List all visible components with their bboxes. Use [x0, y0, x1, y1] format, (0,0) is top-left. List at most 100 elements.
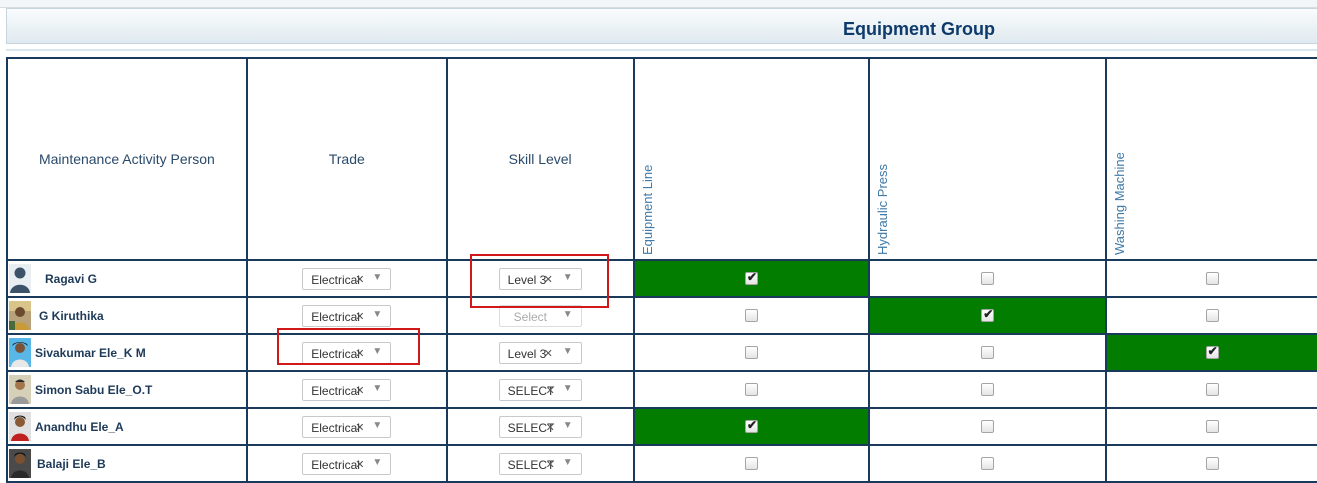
equipment-cell: [1105, 259, 1317, 298]
check-icon: ✔: [746, 269, 758, 284]
skill-cell: SELECT ✕ ▼: [445, 444, 635, 483]
clear-x-icon[interactable]: ✕: [546, 421, 555, 434]
clear-x-icon[interactable]: ✕: [355, 273, 364, 286]
chevron-down-icon[interactable]: ▼: [563, 309, 573, 320]
skill-select[interactable]: Level 3 ✕ ▼: [498, 341, 582, 364]
hydraulic-press-label: Hydraulic Press: [875, 163, 891, 255]
trade-value: Electrical: [311, 420, 360, 435]
trade-select[interactable]: Electrical ✕ ▼: [302, 304, 392, 327]
person-cell: Anandhu Ele_A: [6, 407, 248, 446]
clear-x-icon[interactable]: ✕: [355, 384, 364, 397]
skill-select[interactable]: SELECT ✕ ▼: [498, 378, 582, 401]
divider: [6, 49, 1317, 51]
trade-select[interactable]: Electrical ✕ ▼: [302, 452, 392, 475]
trade-cell: Electrical ✕ ▼: [245, 407, 448, 446]
table-row: G Kiruthika Electrical ✕ ▼ Select ▼ ✔: [6, 296, 1317, 335]
trade-cell: Electrical ✕ ▼: [245, 259, 448, 298]
check-icon: ✔: [746, 417, 758, 432]
person-name: G Kiruthika: [39, 309, 104, 323]
group-title: Equipment Group: [843, 19, 995, 39]
equipment-cell: [1105, 407, 1317, 446]
equipment-cell: [1105, 370, 1317, 409]
skill-cell: SELECT ✕ ▼: [445, 370, 635, 409]
equipment-checkbox[interactable]: [1205, 308, 1219, 322]
trade-value: Electrical: [311, 309, 360, 324]
equipment-checkbox[interactable]: ✔: [744, 269, 758, 285]
equipment-checkbox[interactable]: ✔: [744, 417, 758, 433]
person-name: Ragavi G: [45, 272, 98, 286]
clear-x-icon[interactable]: ✕: [355, 421, 364, 434]
skill-value: Level 3: [507, 346, 547, 361]
equipment-cell: [632, 296, 871, 335]
washing-machine-label: Washing Machine: [1112, 152, 1128, 255]
avatar: [9, 412, 31, 441]
person-cell: Sivakumar Ele_K M: [6, 333, 248, 372]
clear-x-icon[interactable]: ✕: [546, 384, 555, 397]
trade-select[interactable]: Electrical ✕ ▼: [302, 267, 392, 290]
chevron-down-icon[interactable]: ▼: [372, 383, 382, 394]
equipment-cell: [868, 370, 1108, 409]
chevron-down-icon[interactable]: ▼: [372, 420, 382, 431]
equipment-cell: ✔: [632, 407, 871, 446]
chevron-down-icon[interactable]: ▼: [372, 309, 382, 320]
equipment-cell: [868, 333, 1108, 372]
person-cell: Simon Sabu Ele_O.T: [6, 370, 248, 409]
check-icon: ✔: [983, 306, 994, 321]
trade-cell: Electrical ✕ ▼: [245, 444, 448, 483]
chevron-down-icon[interactable]: ▼: [563, 346, 573, 357]
equipment-checkbox[interactable]: ✔: [981, 306, 995, 322]
col-header-trade: Trade: [245, 57, 448, 261]
equipment-cell: [632, 370, 871, 409]
col-header-hydraulic-press: Hydraulic Press: [868, 57, 1108, 261]
equipment-checkbox[interactable]: [1205, 419, 1219, 433]
chevron-down-icon[interactable]: ▼: [563, 420, 573, 431]
highlight-trade-sivakumar: [277, 328, 420, 365]
avatar: [9, 338, 31, 367]
avatar: [9, 375, 31, 404]
equipment-cell: [1105, 296, 1317, 335]
equipment-checkbox[interactable]: [744, 456, 758, 470]
chevron-down-icon[interactable]: ▼: [372, 272, 382, 283]
equipment-checkbox[interactable]: [744, 382, 758, 396]
skill-select[interactable]: SELECT ✕ ▼: [498, 415, 582, 438]
equipment-checkbox[interactable]: [981, 345, 995, 359]
clear-x-icon[interactable]: ✕: [355, 458, 364, 471]
chevron-down-icon[interactable]: ▼: [372, 457, 382, 468]
equipment-cell: ✔: [868, 296, 1108, 335]
person-cell: G Kiruthika: [6, 296, 248, 335]
equipment-checkbox[interactable]: [1205, 382, 1219, 396]
trade-value: Electrical: [311, 272, 360, 287]
clear-x-icon[interactable]: ✕: [355, 310, 364, 323]
equipment-checkbox[interactable]: [1205, 456, 1219, 470]
equipment-cell: [632, 333, 871, 372]
equipment-checkbox[interactable]: [744, 308, 758, 322]
group-header-bar: [6, 8, 1317, 44]
equipment-cell: [868, 444, 1108, 483]
assignment-grid: Maintenance Activity Person Trade Skill …: [6, 57, 1317, 483]
table-row: Anandhu Ele_A Electrical ✕ ▼ SELECT ✕ ▼ …: [6, 407, 1317, 446]
clear-x-icon[interactable]: ✕: [546, 458, 555, 471]
equipment-checkbox[interactable]: ✔: [1205, 343, 1219, 359]
equipment-checkbox[interactable]: [981, 271, 995, 285]
equipment-checkbox[interactable]: [981, 456, 995, 470]
equipment-checkbox[interactable]: [744, 345, 758, 359]
col-header-washing-machine: Washing Machine: [1105, 57, 1317, 261]
trade-select[interactable]: Electrical ✕ ▼: [302, 378, 392, 401]
equipment-checkbox[interactable]: [981, 419, 995, 433]
person-name: Anandhu Ele_A: [35, 420, 124, 434]
check-icon: ✔: [1207, 343, 1218, 358]
chevron-down-icon[interactable]: ▼: [563, 383, 573, 394]
trade-value: Electrical: [311, 383, 360, 398]
chevron-down-icon[interactable]: ▼: [563, 457, 573, 468]
clear-x-icon[interactable]: ✕: [544, 347, 553, 360]
equipment-cell: [868, 407, 1108, 446]
trade-select[interactable]: Electrical ✕ ▼: [302, 415, 392, 438]
table-row: Ragavi G Electrical ✕ ▼ Level 3 ✕ ▼ ✔: [6, 259, 1317, 298]
equipment-checkbox[interactable]: [981, 382, 995, 396]
equipment-cell: ✔: [1105, 333, 1317, 372]
skill-select[interactable]: SELECT ✕ ▼: [498, 452, 582, 475]
table-row: Simon Sabu Ele_O.T Electrical ✕ ▼ SELECT…: [6, 370, 1317, 409]
equipment-checkbox[interactable]: [1205, 271, 1219, 285]
trade-value: Electrical: [311, 457, 360, 472]
person-cell: Balaji Ele_B: [6, 444, 248, 483]
